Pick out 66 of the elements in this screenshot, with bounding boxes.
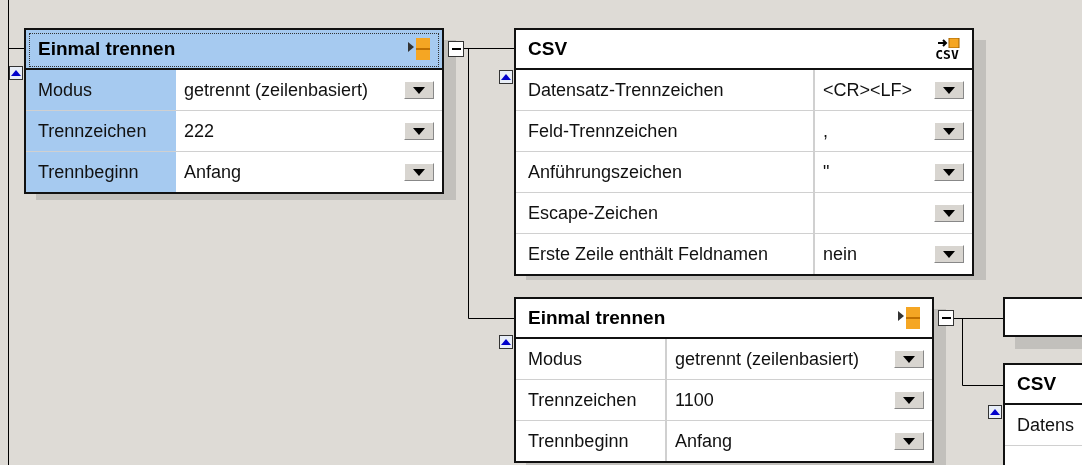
property-label: Modus xyxy=(26,70,176,110)
dropdown-button[interactable] xyxy=(894,350,924,368)
component-node[interactable]: Einmal trennen Modus getrennt (zeilenbasiert) Trennzeichen 222 Trennbeginn Anfang xyxy=(24,28,444,194)
caret-icon xyxy=(943,86,955,94)
caret-icon xyxy=(903,437,915,445)
property-label: Escape-Zeichen xyxy=(516,193,815,233)
property-value: , xyxy=(823,120,828,142)
node-title: Einmal trennen xyxy=(528,307,666,329)
up-triangle-icon xyxy=(11,70,21,76)
node-title: Einmal trennen xyxy=(38,38,176,60)
node-title: CSV xyxy=(528,38,568,60)
property-value: nein xyxy=(823,243,858,265)
expand-button[interactable] xyxy=(499,335,513,349)
dropdown-button[interactable] xyxy=(404,81,434,99)
property-label: Anführungszeichen xyxy=(516,152,815,192)
property-label: Datensatz-Trennzeichen xyxy=(516,70,815,110)
property-label: Trennzeichen xyxy=(516,380,667,420)
property-value: <CR><LF> xyxy=(823,79,913,101)
property-value: getrennt (zeilenbasiert) xyxy=(184,79,369,101)
property-value: Anfang xyxy=(184,161,242,183)
dropdown-button[interactable] xyxy=(404,122,434,140)
expand-button[interactable] xyxy=(9,66,23,80)
caret-icon xyxy=(413,168,425,176)
collapse-button[interactable] xyxy=(448,41,464,57)
expand-button[interactable] xyxy=(499,70,513,84)
caret-icon xyxy=(943,127,955,135)
dropdown-button[interactable] xyxy=(934,245,964,263)
component-node[interactable]: Einmal trennen Modus getrennt (zeilenbasiert) Trennzeichen 1100 Trennbeginn Anfang xyxy=(514,297,934,463)
expand-button[interactable] xyxy=(988,405,1002,419)
property-value: 1100 xyxy=(675,389,714,411)
dropdown-button[interactable] xyxy=(934,122,964,140)
caret-icon xyxy=(903,355,915,363)
caret-icon xyxy=(413,127,425,135)
dropdown-button[interactable] xyxy=(894,432,924,450)
property-label: Feld-Trennzeichen xyxy=(516,111,815,151)
split-icon xyxy=(896,305,922,331)
property-label: Erste Zeile enthält Feldnamen xyxy=(516,234,815,274)
property-label: Trennzeichen xyxy=(26,111,176,151)
property-label: Trennbeginn xyxy=(26,152,176,192)
caret-icon xyxy=(943,250,955,258)
property-label: Trennbeginn xyxy=(516,421,667,461)
property-value: Anfang xyxy=(675,430,733,452)
dropdown-button[interactable] xyxy=(934,81,964,99)
property-value: 222 xyxy=(184,120,215,142)
split-icon xyxy=(406,36,432,62)
caret-icon xyxy=(943,168,955,176)
minus-icon xyxy=(451,48,461,50)
up-triangle-icon xyxy=(990,409,1000,415)
property-label: Datens xyxy=(1005,405,1082,445)
component-node[interactable]: CSV Datens xyxy=(1003,363,1082,465)
collapse-button[interactable] xyxy=(938,310,954,326)
node-title: CSV xyxy=(1017,373,1057,395)
dropdown-button[interactable] xyxy=(894,391,924,409)
up-triangle-icon xyxy=(501,339,511,345)
dropdown-button[interactable] xyxy=(404,163,434,181)
caret-icon xyxy=(943,209,955,217)
property-label: Modus xyxy=(516,339,667,379)
caret-icon xyxy=(413,86,425,94)
up-triangle-icon xyxy=(501,74,511,80)
minus-icon xyxy=(941,317,951,319)
caret-icon xyxy=(903,396,915,404)
property-value: " xyxy=(823,161,830,183)
dropdown-button[interactable] xyxy=(934,204,964,222)
dropdown-button[interactable] xyxy=(934,163,964,181)
property-value: getrennt (zeilenbasiert) xyxy=(675,348,860,370)
component-node[interactable]: CSV CSV Datensatz-Trennzeichen <CR><LF> Feld-Trennzeichen , Anführungszeichen " Escape-Zeichen Erste Zeile enthält Feldnamen nein xyxy=(514,28,974,276)
